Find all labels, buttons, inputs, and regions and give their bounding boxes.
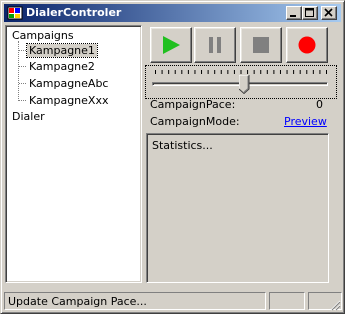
- status-panel-2: [269, 292, 305, 310]
- tree-connector-line: [19, 83, 26, 84]
- pause-button[interactable]: [194, 27, 236, 63]
- app-window-icon: [7, 6, 23, 20]
- window-title: DialerControler: [26, 6, 122, 19]
- close-button[interactable]: [321, 6, 337, 20]
- record-icon: [298, 36, 316, 54]
- statistics-panel: Statistics...: [146, 133, 329, 283]
- title-bar[interactable]: DialerControler: [4, 4, 341, 22]
- tree-node-kampagne1[interactable]: Kampagne1: [26, 43, 98, 58]
- pace-slider[interactable]: [145, 65, 337, 99]
- statistics-text: Statistics...: [152, 139, 213, 152]
- minimize-icon: [290, 15, 296, 17]
- campaign-tree-view[interactable]: Campaigns Kampagne1 Kampagne2 KampagneAb…: [5, 25, 142, 283]
- tree-connector-line: [19, 50, 26, 51]
- campaign-pace-value: 0: [316, 98, 323, 111]
- campaign-pace-label: CampaignPace:: [150, 98, 236, 111]
- pause-icon: [209, 37, 221, 53]
- tree-node-kampagneabc[interactable]: KampagneAbc: [27, 77, 110, 90]
- tree-node-kampagnexxx[interactable]: KampagneXxx: [27, 94, 110, 107]
- record-button[interactable]: [286, 27, 328, 63]
- tree-connector-line: [19, 100, 26, 101]
- tree-node-campaigns[interactable]: Campaigns: [12, 29, 74, 42]
- status-bar: Update Campaign Pace...: [3, 290, 342, 312]
- minimize-button[interactable]: [286, 6, 302, 20]
- maximize-button[interactable]: [302, 6, 318, 20]
- close-icon: [324, 8, 333, 17]
- maximize-icon: [305, 8, 314, 17]
- play-icon: [163, 36, 180, 54]
- play-button[interactable]: [150, 27, 192, 63]
- preview-link[interactable]: Preview: [284, 115, 327, 128]
- dialer-controller-window: DialerControler Campaigns Kampagne1 Kamp…: [0, 0, 345, 314]
- campaign-mode-label: CampaignMode:: [150, 115, 240, 128]
- tree-connector-line: [19, 66, 26, 67]
- stop-icon: [253, 37, 269, 53]
- slider-thumb[interactable]: [239, 75, 250, 94]
- status-text-panel: Update Campaign Pace...: [4, 292, 266, 310]
- tree-node-kampagne2[interactable]: Kampagne2: [27, 60, 97, 73]
- tree-node-dialer[interactable]: Dialer: [12, 110, 45, 123]
- stop-button[interactable]: [240, 27, 282, 63]
- resize-grip-icon[interactable]: [329, 299, 341, 311]
